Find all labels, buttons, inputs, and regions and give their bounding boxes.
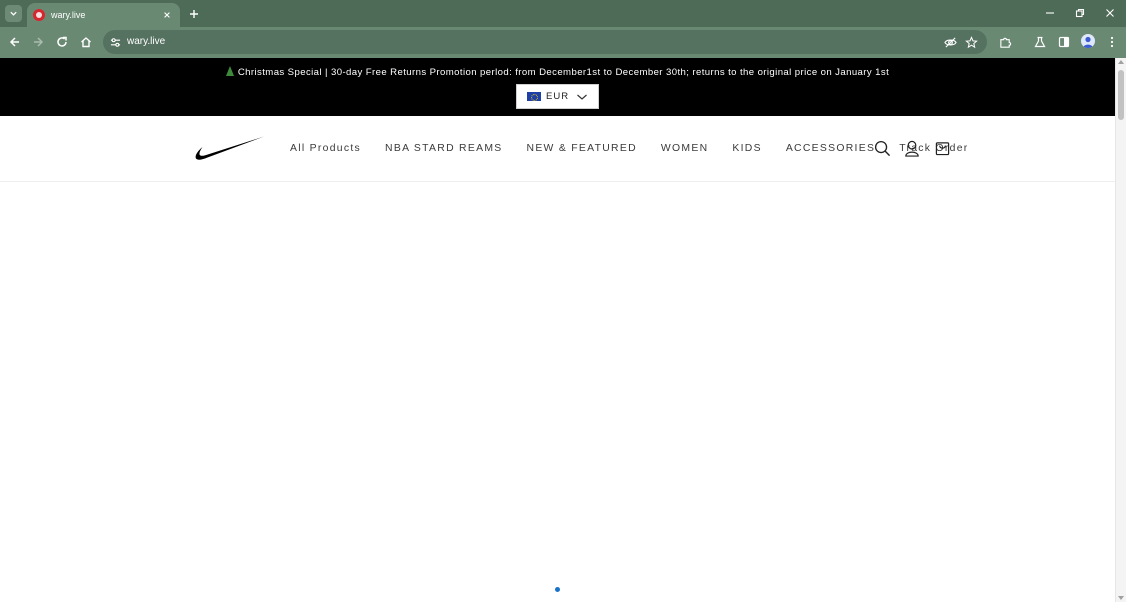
chevron-down-icon [10, 11, 17, 16]
currency-label: EUR [546, 91, 570, 102]
eu-flag-icon [527, 92, 541, 101]
main-navigation: All Products NBA STARD REAMS NEW & FEATU… [290, 143, 969, 154]
reload-icon [57, 36, 67, 47]
tune-icon [110, 37, 120, 47]
arrow-left-icon [9, 37, 19, 47]
user-icon [1083, 36, 1093, 48]
restore-icon [1075, 8, 1085, 18]
window-close-button[interactable] [1095, 4, 1125, 22]
bookmark-star-button[interactable] [963, 34, 979, 50]
close-icon [1106, 9, 1114, 17]
scroll-down-arrow-icon[interactable] [1118, 596, 1124, 600]
minimize-icon [1046, 12, 1054, 14]
site-favicon-icon [33, 9, 45, 21]
plus-icon [189, 9, 198, 18]
scrollbar-thumb[interactable] [1118, 70, 1124, 120]
cart-icon [935, 142, 949, 156]
tab-title: wary.live [51, 10, 86, 20]
window-restore-button[interactable] [1065, 4, 1095, 22]
christmas-tree-icon [225, 66, 234, 76]
nav-new-featured[interactable]: NEW & FEATURED [527, 143, 637, 154]
announcement-text: Christmas Special | 30-day Free Returns … [237, 67, 890, 78]
arrow-right-icon [34, 37, 44, 47]
window-minimize-button[interactable] [1035, 4, 1065, 22]
site-info-icon[interactable] [107, 34, 123, 50]
nike-swoosh-logo[interactable] [195, 136, 265, 162]
scroll-up-arrow-icon[interactable] [1118, 60, 1124, 64]
address-bar-url: wary.live [127, 36, 166, 47]
slider-pagination-dot[interactable] [555, 587, 560, 592]
home-icon [81, 37, 91, 48]
forward-button[interactable] [29, 33, 47, 51]
flask-icon [1034, 36, 1046, 48]
currency-selector[interactable]: EUR [516, 84, 599, 109]
tab-search-button[interactable] [5, 5, 22, 22]
address-bar[interactable]: wary.live [103, 30, 987, 54]
search-icon [874, 140, 890, 156]
chevron-down-icon [577, 94, 587, 100]
search-button[interactable] [873, 139, 891, 157]
new-tab-button[interactable] [185, 5, 202, 22]
nav-kids[interactable]: KIDS [732, 143, 761, 154]
tab-close-button[interactable] [160, 8, 174, 22]
reload-button[interactable] [53, 33, 71, 51]
page-scrollbar[interactable] [1115, 58, 1126, 602]
extensions-button[interactable] [996, 33, 1014, 51]
star-icon [964, 35, 978, 48]
nav-accessories[interactable]: ACCESSORIES [786, 143, 875, 154]
nav-women[interactable]: WOMEN [661, 143, 708, 154]
eye-off-icon [943, 36, 957, 48]
browser-tab-active[interactable]: wary.live [27, 3, 180, 27]
tracking-protection-icon[interactable] [942, 34, 958, 50]
puzzle-icon [999, 37, 1011, 48]
home-button[interactable] [77, 33, 95, 51]
account-icon [905, 140, 919, 157]
account-button[interactable] [903, 139, 921, 157]
labs-button[interactable] [1031, 33, 1049, 51]
side-panel-icon [1058, 36, 1070, 48]
nav-nba-stard-reams[interactable]: NBA STARD REAMS [385, 143, 502, 154]
more-vertical-icon [1110, 36, 1114, 48]
site-header: All Products NBA STARD REAMS NEW & FEATU… [0, 116, 1115, 182]
back-button[interactable] [6, 33, 24, 51]
close-icon [164, 12, 170, 18]
side-panel-button[interactable] [1055, 33, 1073, 51]
nav-all-products[interactable]: All Products [290, 143, 361, 154]
browser-tabstrip: wary.live [0, 0, 1126, 27]
announcement-bar: Christmas Special | 30-day Free Returns … [0, 58, 1115, 116]
page-viewport: Christmas Special | 30-day Free Returns … [0, 58, 1115, 602]
profile-avatar-button[interactable] [1081, 34, 1095, 48]
browser-toolbar: wary.live [0, 27, 1126, 58]
cart-button[interactable] [933, 139, 951, 157]
browser-menu-button[interactable] [1103, 33, 1121, 51]
